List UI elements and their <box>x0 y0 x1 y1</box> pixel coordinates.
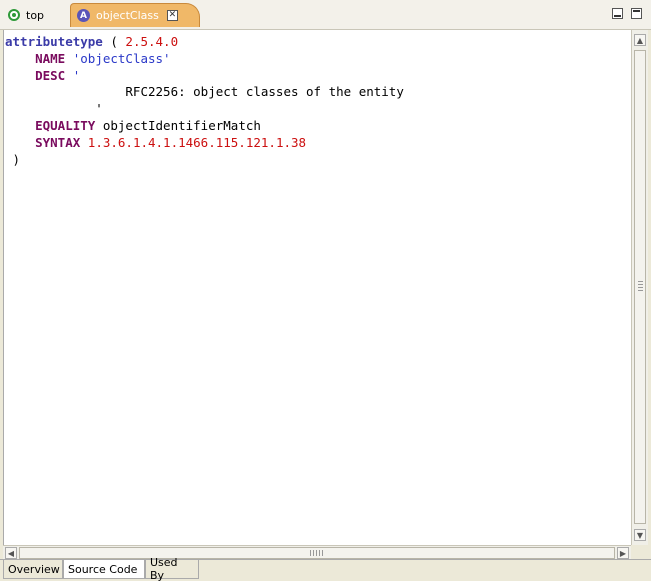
tab-objectclass[interactable]: A objectClass ✕ <box>70 3 200 27</box>
tab-overview[interactable]: Overview <box>3 560 63 579</box>
vertical-scroll-thumb[interactable] <box>634 50 646 524</box>
line-7: SYNTAX 1.3.6.1.4.1.1466.115.121.1.38 <box>5 135 306 150</box>
attribute-a-icon: A <box>77 9 90 22</box>
tab-label: objectClass <box>96 9 159 22</box>
tab-source-code[interactable]: Source Code <box>63 560 145 579</box>
desc-open-quote: ' <box>72 67 81 83</box>
name-value: 'objectClass' <box>72 50 171 66</box>
vertical-scrollbar[interactable]: ▲ ▼ <box>631 30 648 545</box>
keyword-name: NAME <box>35 50 66 66</box>
syntax-oid-value: 1.3.6.1.4.1.1466.115.121.1.38 <box>87 134 307 150</box>
circle-dot-icon <box>8 9 20 21</box>
grip-icon <box>638 281 643 293</box>
close-icon[interactable]: ✕ <box>166 10 178 21</box>
line-4: RFC2256: object classes of the entity <box>5 84 404 100</box>
keyword-desc: DESC <box>35 67 66 83</box>
equality-value: objectIdentifierMatch <box>95 117 261 133</box>
code-text: attributetype ( 2.5.4.0 NAME 'objectClas… <box>5 34 404 168</box>
editor-page-tabs: Overview Source Code Used By <box>0 556 651 581</box>
editor-tab-strip: top A objectClass ✕ <box>0 0 651 30</box>
horizontal-scroll-thumb[interactable] <box>19 547 615 559</box>
oid-value: 2.5.4.0 <box>125 34 179 49</box>
line-5: ' <box>5 101 103 117</box>
scroll-left-icon[interactable]: ◀ <box>5 547 17 559</box>
scroll-up-icon[interactable]: ▲ <box>634 34 646 46</box>
line-6: EQUALITY objectIdentifierMatch <box>5 118 261 133</box>
grip-icon <box>310 550 324 556</box>
tab-used-by[interactable]: Used By <box>145 556 199 581</box>
minimize-button[interactable] <box>612 8 623 19</box>
scroll-right-icon[interactable]: ▶ <box>617 547 629 559</box>
keyword-attributetype: attributetype <box>5 34 103 49</box>
line-2: NAME 'objectClass' <box>5 50 171 66</box>
horizontal-scrollbar[interactable]: ◀ ▶ <box>3 545 631 559</box>
tab-top[interactable]: top <box>2 3 72 27</box>
line-1: attributetype ( 2.5.4.0 <box>5 34 179 49</box>
keyword-syntax: SYNTAX <box>35 134 81 150</box>
line-8: ) <box>5 151 21 167</box>
line-3: DESC ' <box>5 68 80 83</box>
source-code-editor[interactable]: attributetype ( 2.5.4.0 NAME 'objectClas… <box>3 30 631 545</box>
scroll-down-icon[interactable]: ▼ <box>634 529 646 541</box>
tab-label: top <box>26 8 45 22</box>
keyword-equality: EQUALITY <box>35 117 96 133</box>
maximize-button[interactable] <box>631 8 642 19</box>
